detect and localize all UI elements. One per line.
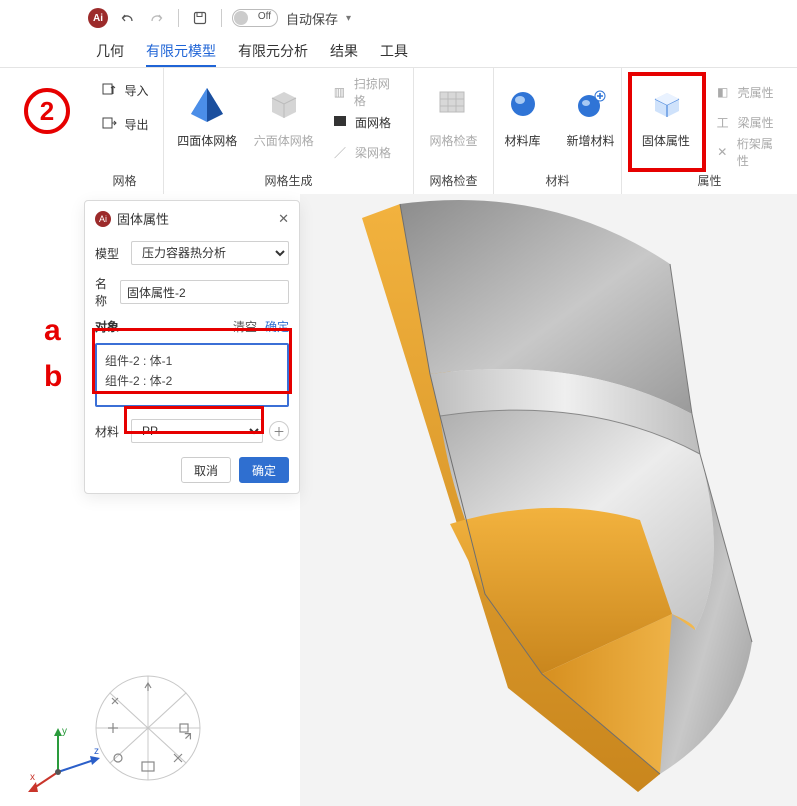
tab-results[interactable]: 结果 [330, 41, 358, 67]
beam-property-icon: 工 [714, 114, 732, 131]
beam-mesh-icon: ／ [331, 144, 349, 161]
truss-property-label: 桁架属性 [737, 135, 783, 169]
surface-mesh-button[interactable]: 面网格 [327, 108, 403, 136]
new-material-icon [569, 82, 613, 126]
annotation-step-2: 2 [24, 88, 70, 134]
tab-geometry[interactable]: 几何 [96, 41, 124, 67]
tet-mesh-label: 四面体网格 [177, 132, 237, 149]
quick-access-toolbar: Ai Off 自动保存 ▾ [0, 0, 797, 36]
material-label: 材料 [95, 423, 125, 440]
annotation-a: a [44, 314, 61, 348]
group-material: 材料库 新增材料 材料 [494, 68, 622, 194]
ok-button[interactable]: 确定 [239, 457, 289, 483]
hex-mesh-button[interactable]: 六面体网格 [251, 76, 318, 149]
name-label: 名称 [95, 275, 114, 309]
annotation-box-b [124, 406, 264, 434]
save-button[interactable] [189, 7, 211, 29]
panel-app-icon: Ai [95, 211, 111, 227]
svg-text:z: z [94, 746, 99, 757]
group-material-title: 材料 [545, 169, 569, 192]
material-library-label: 材料库 [504, 132, 540, 149]
autosave-label: 自动保存 [286, 9, 338, 28]
tet-mesh-icon [185, 82, 229, 126]
new-material-button[interactable]: 新增材料 [561, 76, 621, 149]
model-shape [300, 194, 797, 806]
qat-dropdown-icon[interactable]: ▾ [346, 13, 351, 24]
truss-property-icon: ✕ [714, 145, 731, 159]
sweep-mesh-label: 扫掠网格 [354, 75, 399, 109]
panel-close-button[interactable]: ✕ [278, 211, 289, 227]
beam-property-button[interactable]: 工 梁属性 [710, 108, 787, 136]
surface-mesh-icon [331, 113, 349, 132]
group-meshgen: 四面体网格 六面体网格 ▥ 扫掠网格 面网格 [164, 68, 414, 194]
truss-property-button[interactable]: ✕ 桁架属性 [710, 138, 787, 166]
group-property-title: 属性 [697, 169, 721, 192]
group-meshcheck-title: 网格检查 [429, 169, 477, 192]
annotation-box-solid-property [628, 72, 706, 172]
group-meshcheck: 网格检查 网格检查 [414, 68, 494, 194]
shell-property-icon: ◧ [714, 85, 732, 99]
mesh-check-button[interactable]: 网格检查 [419, 76, 489, 149]
app-icon: Ai [88, 8, 108, 28]
annotation-box-a [92, 328, 292, 394]
add-material-button[interactable]: ＋ [269, 421, 289, 441]
svg-text:x: x [30, 772, 35, 783]
sweep-mesh-button[interactable]: ▥ 扫掠网格 [327, 78, 403, 106]
tab-tools[interactable]: 工具 [380, 41, 408, 67]
viewport-3d[interactable] [300, 194, 797, 806]
material-library-icon [501, 82, 545, 126]
tab-fe-analysis[interactable]: 有限元分析 [238, 41, 308, 67]
beam-mesh-button[interactable]: ／ 梁网格 [327, 138, 403, 166]
panel-title: 固体属性 [117, 209, 169, 228]
content-area: Ai 固体属性 ✕ 模型 压力容器热分析 名称 对象 清空 确定 组件-2 : … [0, 194, 797, 806]
axis-triad: y z x [28, 716, 108, 796]
material-library-button[interactable]: 材料库 [495, 76, 551, 149]
tet-mesh-button[interactable]: 四面体网格 [174, 76, 241, 149]
mesh-check-icon [432, 82, 476, 126]
group-mesh-title: 网格 [112, 169, 136, 192]
sweep-mesh-icon: ▥ [331, 85, 348, 99]
import-icon [100, 81, 118, 100]
tab-fe-model[interactable]: 有限元模型 [146, 41, 216, 67]
autosave-toggle[interactable]: Off [232, 9, 278, 27]
ribbon-tabs: 几何 有限元模型 有限元分析 结果 工具 [0, 36, 797, 68]
export-icon [100, 115, 118, 134]
model-select[interactable]: 压力容器热分析 [131, 241, 289, 265]
shell-property-label: 壳属性 [738, 84, 774, 101]
surface-mesh-label: 面网格 [355, 114, 391, 131]
undo-button[interactable] [116, 7, 138, 29]
hex-mesh-icon [262, 82, 306, 126]
svg-text:y: y [62, 726, 67, 737]
group-meshgen-title: 网格生成 [264, 169, 312, 192]
name-input[interactable] [120, 280, 289, 304]
beam-mesh-label: 梁网格 [355, 144, 391, 161]
mesh-check-label: 网格检查 [429, 132, 477, 149]
group-mesh: 导入 导出 网格 [86, 68, 164, 194]
model-label: 模型 [95, 245, 125, 262]
toggle-label: Off [258, 11, 271, 22]
cancel-button[interactable]: 取消 [181, 457, 231, 483]
beam-property-label: 梁属性 [738, 114, 774, 131]
import-label: 导入 [124, 82, 148, 99]
export-button[interactable]: 导出 [96, 110, 152, 138]
export-label: 导出 [124, 116, 148, 133]
redo-button[interactable] [146, 7, 168, 29]
shell-property-button[interactable]: ◧ 壳属性 [710, 78, 787, 106]
hex-mesh-label: 六面体网格 [254, 132, 314, 149]
annotation-b: b [44, 360, 62, 394]
import-button[interactable]: 导入 [96, 76, 152, 104]
new-material-label: 新增材料 [566, 132, 614, 149]
